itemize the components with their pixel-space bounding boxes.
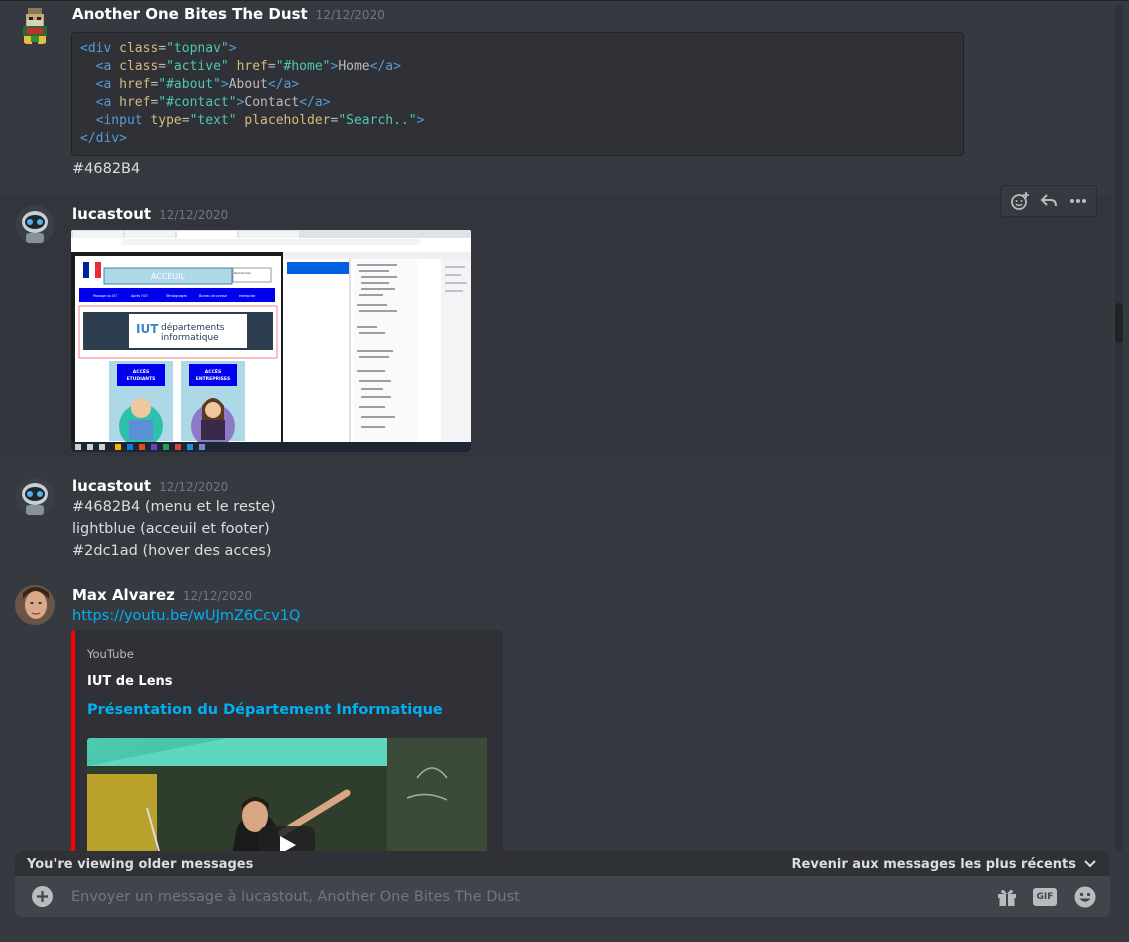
- embed-title[interactable]: Présentation du Département Informatique: [87, 702, 443, 718]
- timestamp: 12/12/2020: [315, 8, 385, 22]
- embed-author[interactable]: IUT de Lens: [87, 674, 173, 689]
- gift-icon[interactable]: [994, 884, 1020, 910]
- upload-plus-icon[interactable]: [32, 886, 53, 907]
- code-line: <a href="#contact">Contact</a>: [95, 95, 331, 110]
- message-actions: [1000, 185, 1097, 217]
- youtube-link[interactable]: https://youtu.be/wUJmZ6Ccv1Q: [72, 608, 300, 624]
- code-line: <div class="topnav">: [80, 41, 237, 56]
- screenshot-card-left-line2: ETUDIANTS: [127, 376, 156, 382]
- jump-to-present-button[interactable]: Revenir aux messages les plus récents: [792, 857, 1096, 872]
- chat-messages[interactable]: Another One Bites The Dust 12/12/2020 <d…: [0, 1, 1114, 942]
- username[interactable]: lucastout: [72, 205, 151, 223]
- avatar[interactable]: [15, 585, 55, 625]
- older-messages-label: You're viewing older messages: [27, 856, 254, 872]
- avatar[interactable]: [15, 6, 55, 46]
- image-attachment[interactable]: ACCEUIL Rechercher Passage au IUT Après …: [71, 230, 471, 452]
- avatar[interactable]: [15, 477, 55, 517]
- add-reaction-icon[interactable]: [1007, 188, 1033, 214]
- gif-label: GIF: [1033, 888, 1057, 906]
- screenshot-card-right-line2: ENTREPRISES: [196, 376, 230, 382]
- gif-button[interactable]: GIF: [1032, 884, 1058, 910]
- code-line: </div>: [80, 131, 127, 146]
- timestamp: 12/12/2020: [182, 589, 253, 603]
- username[interactable]: Max Alvarez: [72, 586, 175, 604]
- code-line: <a href="#about">About</a>: [95, 77, 300, 92]
- svg-text:IUT: IUT: [136, 322, 159, 336]
- scrollbar[interactable]: [1115, 5, 1123, 851]
- screenshot-nav-item: Bureau de presse: [199, 294, 227, 298]
- screenshot-search-label: Rechercher: [234, 271, 252, 275]
- code-line: <input type="text" placeholder="Search..…: [95, 113, 425, 128]
- reply-icon[interactable]: [1036, 188, 1062, 214]
- screenshot-nav-item: entreprise: [239, 294, 255, 298]
- youtube-embed: YouTube IUT de Lens Présentation du Dépa…: [71, 630, 503, 880]
- screenshot-logo-line1: départements: [161, 322, 225, 333]
- message-input[interactable]: [71, 884, 971, 910]
- message-text: #4682B4: [72, 161, 141, 177]
- screenshot-nav-item: Après l'IUT: [131, 294, 148, 298]
- message-another-one: Another One Bites The Dust 12/12/2020 <d…: [0, 1, 1112, 196]
- screenshot-nav-item: Passage au IUT: [93, 294, 117, 298]
- older-messages-bar: You're viewing older messages Revenir au…: [15, 851, 1110, 877]
- timestamp: 12/12/2020: [159, 480, 229, 494]
- message-lucastout-colors: lucastout 12/12/2020 #4682B4 (menu et le…: [0, 471, 1112, 571]
- username[interactable]: Another One Bites The Dust: [72, 5, 308, 23]
- username[interactable]: lucastout: [72, 477, 151, 495]
- code-block: <div class="topnav"> <a class="active" h…: [71, 32, 964, 156]
- message-composer: GIF: [15, 876, 1110, 917]
- emoji-icon[interactable]: [1072, 884, 1098, 910]
- screenshot-logo-line2: informatique: [161, 333, 219, 343]
- jump-to-present-label: Revenir aux messages les plus récents: [791, 856, 1076, 872]
- screenshot-nav-item: Témoignages: [165, 294, 187, 298]
- message-text: #4682B4 (menu et le reste): [72, 499, 276, 515]
- embed-provider[interactable]: YouTube: [87, 647, 134, 661]
- scrollbar-thumb[interactable]: [1115, 303, 1123, 343]
- avatar[interactable]: [15, 205, 55, 245]
- message-text: #2dc1ad (hover des acces): [72, 543, 272, 559]
- code-line: <a class="active" href="#home">Home</a>: [95, 59, 401, 74]
- message-text: lightblue (acceuil et footer): [72, 521, 270, 537]
- screenshot-banner-title: ACCEUIL: [151, 272, 186, 281]
- chevron-down-icon: [1084, 860, 1096, 868]
- more-icon[interactable]: [1065, 188, 1091, 214]
- timestamp: 12/12/2020: [159, 208, 229, 222]
